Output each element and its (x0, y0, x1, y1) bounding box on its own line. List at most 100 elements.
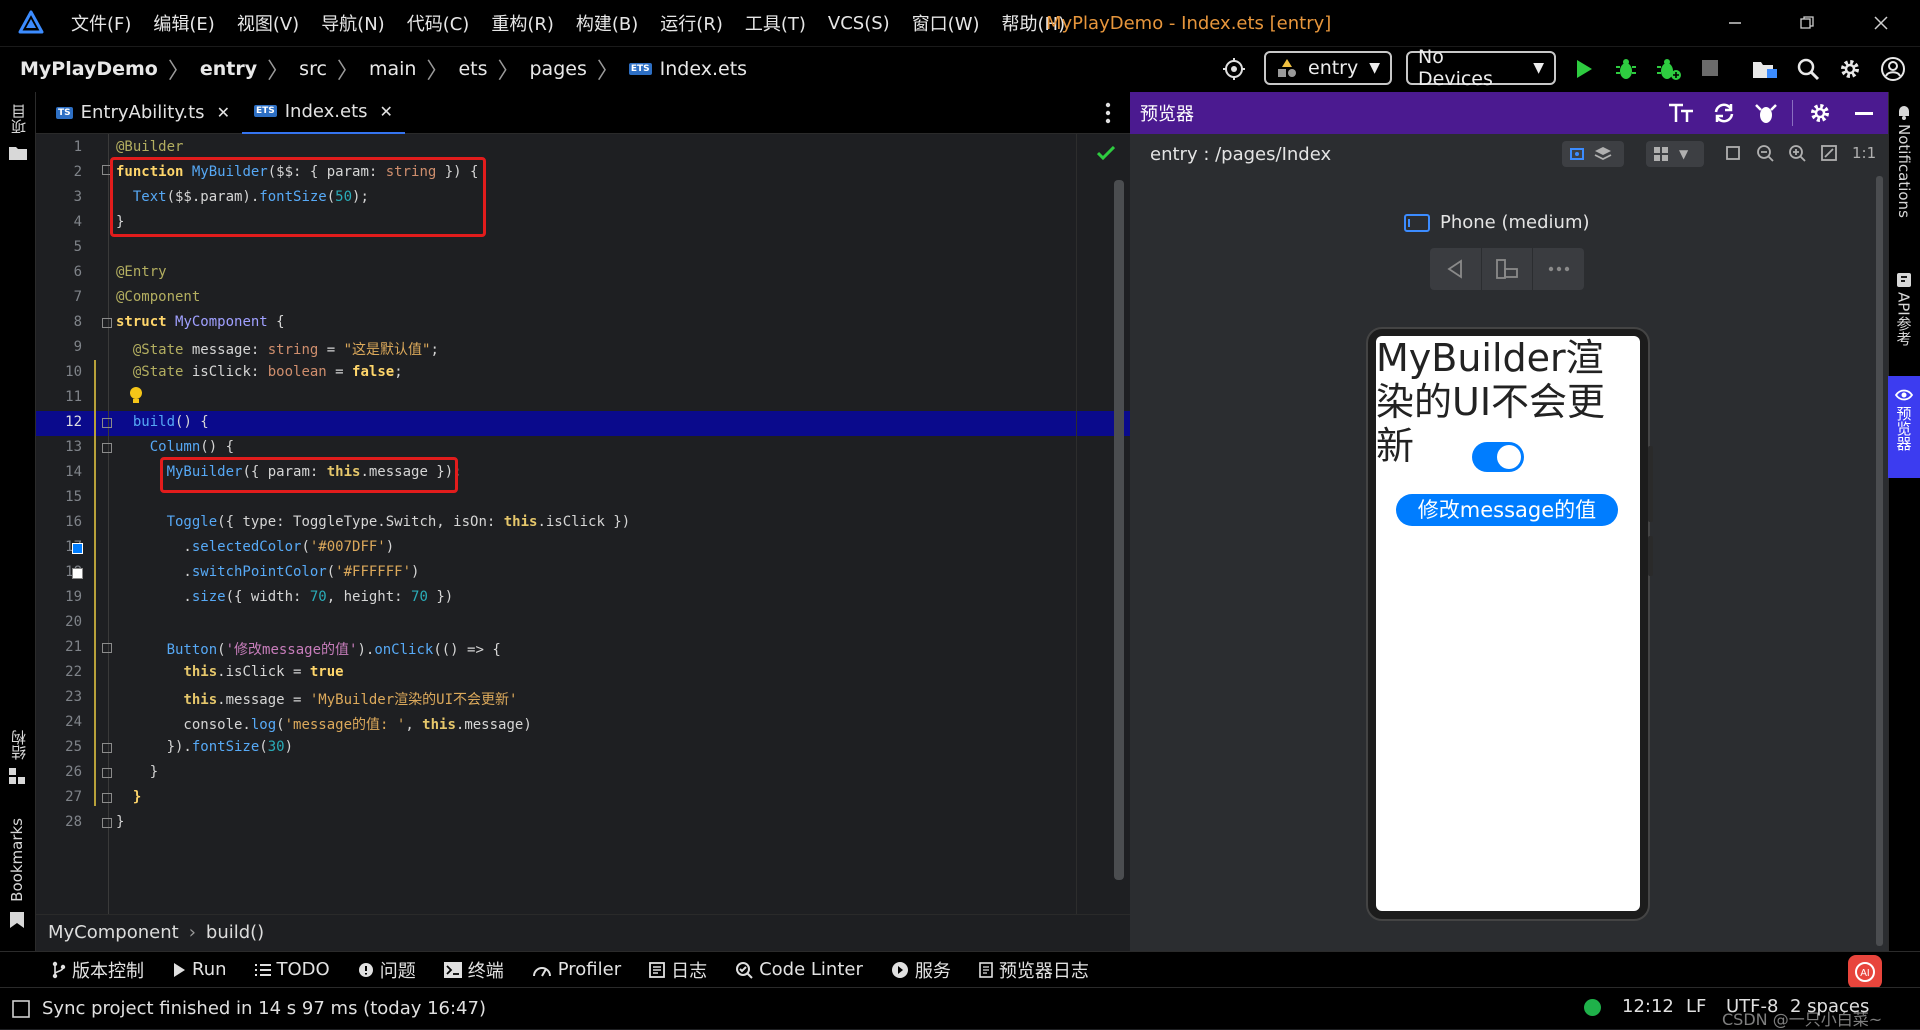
breadcrumb-ets[interactable]: ets (458, 58, 487, 80)
account-button[interactable] (1880, 56, 1906, 82)
settings-button[interactable] (1838, 57, 1862, 81)
previewer-log-label: 预览器日志 (998, 960, 1089, 982)
breadcrumb-module[interactable]: entry (200, 58, 257, 80)
code-line: @State isClick: boolean = false; (132, 364, 403, 380)
toggle-switch[interactable] (1472, 442, 1524, 472)
gear-icon[interactable] (1808, 101, 1832, 125)
menu-navigate[interactable]: 导航(N) (310, 0, 396, 46)
preview-scrollbar[interactable] (1876, 176, 1883, 946)
project-structure-button[interactable] (1752, 57, 1778, 81)
attach-debugger-button[interactable] (1656, 57, 1682, 81)
editor-scrollbar[interactable] (1114, 180, 1124, 880)
problems-tab[interactable]: 问题 (344, 952, 430, 988)
rotate-device-icon (1496, 259, 1518, 279)
breadcrumb-pages[interactable]: pages (530, 58, 587, 80)
stop-button[interactable] (1702, 60, 1718, 76)
api-reference-button[interactable]: API参考 (1890, 272, 1918, 346)
menu-code[interactable]: 代码(C) (396, 0, 481, 46)
device-select[interactable]: No Devices ▼ (1406, 46, 1556, 90)
menu-vcs[interactable]: VCS(S) (817, 0, 901, 46)
panel-toggle-icon[interactable] (12, 999, 30, 1018)
back-button[interactable] (1430, 248, 1482, 290)
preview-mode-toggle[interactable] (1562, 141, 1624, 167)
chevron-right-icon: 〉 (497, 59, 520, 84)
breadcrumb-src[interactable]: src (299, 58, 327, 80)
line-ending[interactable]: LF (1686, 996, 1706, 1017)
modify-message-button[interactable]: 修改message的值 (1396, 494, 1618, 526)
previewer-log-tab[interactable]: 预览器日志 (965, 952, 1103, 988)
minimize-panel-icon[interactable] (1855, 112, 1873, 116)
device-label[interactable]: Phone (medium) (1404, 212, 1590, 233)
code-linter-label: Code Linter (759, 959, 863, 980)
menu-window[interactable]: 窗口(W) (901, 0, 991, 46)
menu-file[interactable]: 文件(F) (60, 0, 142, 46)
grid-view-select[interactable]: ▼ (1646, 141, 1704, 167)
minimize-button[interactable] (1700, 0, 1770, 46)
menu-edit[interactable]: 编辑(E) (142, 0, 225, 46)
menu-view[interactable]: 视图(V) (226, 0, 310, 46)
profiler-tab[interactable]: Profiler (518, 952, 635, 988)
tab-index[interactable]: ETS Index.ets ✕ (241, 90, 405, 135)
chevron-right-icon: 〉 (267, 59, 290, 84)
menu-run[interactable]: 运行(R) (649, 0, 734, 46)
notifications-tool-button[interactable]: Notifications (1890, 104, 1918, 218)
menu-tools[interactable]: 工具(T) (734, 0, 817, 46)
breadcrumb: MyPlayDemo 〉 entry 〉 src 〉 main 〉 ets 〉 … (20, 46, 747, 92)
chevron-right-icon: 〉 (426, 59, 449, 84)
breadcrumb-file[interactable]: Index.ets (660, 58, 747, 80)
inspection-ok-icon[interactable] (1097, 146, 1115, 160)
close-tab-icon[interactable]: ✕ (217, 103, 230, 122)
breadcrumb-main[interactable]: main (369, 58, 416, 80)
services-tab[interactable]: 服务 (877, 952, 965, 988)
breadcrumb-project[interactable]: MyPlayDemo (20, 58, 158, 80)
tab-entryability[interactable]: TS EntryAbility.ts ✕ (44, 92, 242, 134)
version-control-tab[interactable]: 版本控制 (38, 952, 158, 988)
code-line: Toggle({ type: ToggleType.Switch, isOn: … (166, 514, 631, 530)
todo-tab[interactable]: TODO (241, 952, 344, 988)
main-menu: 文件(F) 编辑(E) 视图(V) 导航(N) 代码(C) 重构(R) 构建(B… (60, 0, 1076, 46)
app-logo-icon[interactable] (18, 10, 44, 36)
code-breadcrumb-component[interactable]: MyComponent (48, 922, 179, 943)
close-tab-icon[interactable]: ✕ (380, 102, 393, 121)
fit-screen-icon[interactable] (1724, 144, 1742, 162)
folder-icon (1753, 62, 1777, 78)
log-tab[interactable]: 日志 (635, 952, 721, 988)
zoom-out-icon[interactable] (1756, 144, 1774, 162)
run-button[interactable] (1574, 58, 1594, 80)
code-line: @Component (116, 289, 201, 305)
zoom-in-icon[interactable] (1788, 144, 1806, 162)
status-indicator-icon[interactable] (1584, 999, 1601, 1016)
menu-refactor[interactable]: 重构(R) (480, 0, 565, 46)
font-size-icon[interactable] (1668, 102, 1694, 124)
rotate-button[interactable] (1482, 248, 1534, 290)
code-linter-tab[interactable]: Code Linter (721, 952, 877, 988)
run-tab[interactable]: Run (158, 952, 241, 988)
menu-build[interactable]: 构建(B) (565, 0, 649, 46)
code-line: } (132, 789, 142, 805)
more-device-options-button[interactable] (1533, 248, 1584, 290)
bug-attach-icon (1657, 59, 1681, 80)
search-icon (1797, 58, 1820, 81)
cursor-position[interactable]: 12:12 (1622, 996, 1674, 1017)
previewer-tool-button[interactable]: 预览器 (1888, 376, 1920, 478)
terminal-tab[interactable]: 终端 (430, 952, 518, 988)
project-tool-label: 项目 (10, 104, 28, 134)
divider (1792, 100, 1793, 126)
restore-button[interactable] (1772, 0, 1842, 46)
ai-assistant-button[interactable]: AI (1848, 955, 1882, 989)
close-window-button[interactable] (1846, 0, 1916, 46)
debug-button[interactable] (1614, 57, 1638, 81)
play-icon (1577, 60, 1592, 78)
zoom-one-to-one[interactable]: 1:1 (1852, 144, 1876, 162)
code-line: .size({ width: 70, height: 70 }) (116, 589, 454, 605)
inspect-icon[interactable] (1754, 101, 1778, 125)
refresh-icon[interactable] (1712, 102, 1736, 124)
code-breadcrumb-method[interactable]: build() (206, 922, 264, 943)
actual-size-icon[interactable] (1820, 144, 1838, 162)
more-options-icon[interactable] (1105, 102, 1111, 124)
module-select[interactable]: entry ▼ (1264, 51, 1392, 85)
phone-screen[interactable]: MyBuilder渲染的UI不会更新 修改message的值 (1376, 336, 1640, 911)
code-line: } (116, 764, 159, 780)
target-icon[interactable] (1222, 57, 1246, 81)
search-button[interactable] (1796, 57, 1820, 81)
